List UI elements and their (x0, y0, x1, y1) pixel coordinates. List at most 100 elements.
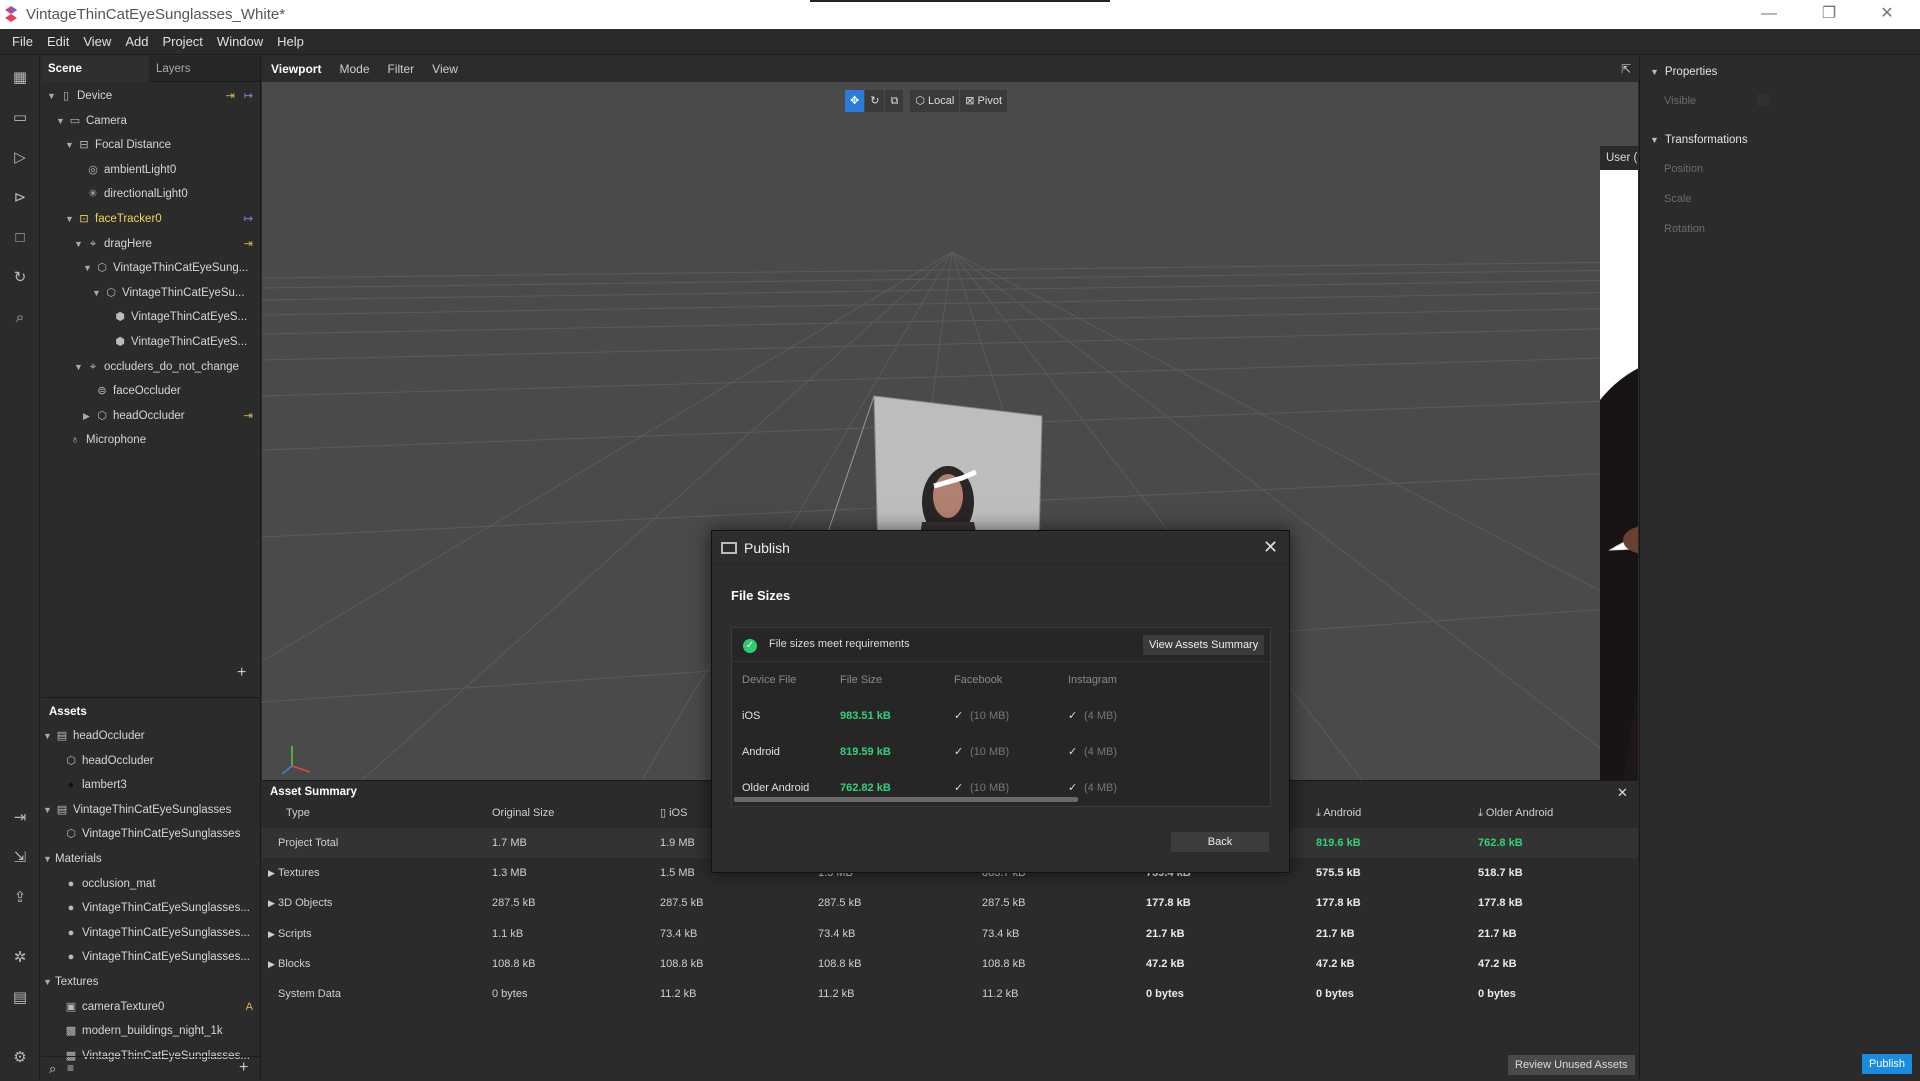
tab-mode[interactable]: Mode (330, 56, 378, 82)
menu-project[interactable]: Project (155, 29, 209, 55)
expand-arrow-icon[interactable]: ▼ (74, 355, 84, 379)
add-object-icon[interactable]: + (237, 665, 251, 681)
expand-arrow-icon[interactable]: ▼ (43, 970, 53, 994)
tree-item[interactable]: ⬢ VintageThinCatEyeS... (41, 305, 261, 329)
tree-item[interactable]: ▼ ⌖ dragHere ⇥ (41, 232, 261, 256)
tree-item[interactable]: ▼ ⌖ occluders_do_not_change (41, 355, 261, 379)
step-play-icon[interactable]: ⊳ (10, 188, 30, 208)
expand-arrow-icon[interactable]: ▼ (47, 84, 57, 108)
tree-item[interactable]: ♁ Microphone (41, 428, 261, 452)
tree-item[interactable]: ● VintageThinCatEyeSunglasses... (41, 921, 261, 945)
tree-item[interactable]: ◎ ambientLight0 (41, 158, 261, 182)
menu-file[interactable]: File (0, 29, 40, 55)
visible-checkbox[interactable] (1757, 94, 1769, 106)
refresh-icon[interactable]: ↻ (10, 268, 30, 288)
menu-edit[interactable]: Edit (40, 29, 76, 55)
tree-item[interactable]: ▼ ▤ headOccluder (41, 724, 261, 748)
tab-scene[interactable]: Scene (41, 56, 149, 82)
patch-in-icon[interactable]: ⇥ (226, 84, 235, 108)
tree-item[interactable]: ⬡ VintageThinCatEyeSunglasses (41, 822, 261, 846)
expand-arrow-icon[interactable]: ▶ (268, 858, 275, 888)
table-row[interactable]: ▶ 3D Objects 287.5 kB 287.5 kB 287.5 kB 287.5… (262, 888, 1638, 918)
publish-button[interactable]: Publish (1862, 1054, 1912, 1074)
restore-button[interactable]: ❐ (1806, 3, 1852, 25)
tree-item[interactable]: ⬡ headOccluder (41, 749, 261, 773)
tree-item[interactable]: ▼ ⬡ VintageThinCatEyeSu... (41, 281, 261, 305)
video-icon[interactable]: ▭ (10, 108, 30, 128)
view-assets-summary-button[interactable]: View Assets Summary (1143, 635, 1265, 655)
tab-layers[interactable]: Layers (149, 56, 257, 82)
rotate-tool-icon[interactable]: ↻ (865, 90, 885, 112)
play-icon[interactable]: ▷ (10, 148, 30, 168)
tree-item[interactable]: ● VintageThinCatEyeSunglasses... (41, 896, 261, 920)
close-dialog-icon[interactable]: ✕ (1263, 537, 1278, 558)
send-to-device-icon[interactable]: ⇲ (10, 848, 30, 868)
tree-item[interactable]: ⊜ faceOccluder (41, 379, 261, 403)
tree-item[interactable]: ▼ Materials (41, 847, 261, 871)
tree-item[interactable]: ▼ ▭ Camera (41, 109, 261, 133)
settings-gear-icon[interactable]: ⚙ (10, 1048, 30, 1068)
move-tool-icon[interactable]: ✥ (845, 90, 865, 112)
expand-arrow-icon[interactable]: ▼ (65, 207, 75, 231)
bug-icon[interactable]: ✲ (10, 948, 30, 968)
tree-item[interactable]: ● lambert3 (41, 773, 261, 797)
patch-in-icon[interactable]: ⇥ (244, 404, 253, 428)
upload-icon[interactable]: ⇪ (10, 888, 30, 908)
expand-arrow-icon[interactable]: ▶ (268, 949, 275, 979)
tree-item[interactable]: ✳ directionalLight0 (41, 182, 261, 206)
import-icon[interactable]: ⇥ (10, 808, 30, 828)
expand-arrow-icon[interactable]: ▼ (56, 109, 66, 133)
expand-arrow-icon[interactable]: ▼ (74, 232, 84, 256)
search-assets-icon[interactable]: ⌕ (49, 1061, 56, 1077)
menu-window[interactable]: Window (210, 29, 270, 55)
pivot-button[interactable]: ⊠ Pivot (960, 90, 1008, 112)
expand-arrow-icon[interactable]: ▼ (83, 256, 93, 280)
tab-view[interactable]: View (423, 56, 467, 82)
stop-icon[interactable]: □ (10, 228, 30, 248)
tab-filter[interactable]: Filter (379, 56, 424, 82)
menu-view[interactable]: View (76, 29, 118, 55)
expand-arrow-icon[interactable]: ▶ (268, 919, 275, 949)
properties-section[interactable]: ▼ Properties (1640, 60, 1920, 84)
menu-add[interactable]: Add (118, 29, 155, 55)
tree-item[interactable]: ▼ Textures (41, 970, 261, 994)
tree-item[interactable]: ▣ cameraTexture0 A (41, 995, 261, 1019)
collapse-arrow-icon[interactable]: ▶ (83, 404, 93, 428)
tree-item[interactable]: ⬢ VintageThinCatEyeS... (41, 330, 261, 354)
expand-arrow-icon[interactable]: ▼ (92, 281, 102, 305)
tree-item[interactable]: ▼ ▤ VintageThinCatEyeSunglasses (41, 798, 261, 822)
tree-item[interactable]: ● occlusion_mat (41, 872, 261, 896)
tab-viewport[interactable]: Viewport (262, 56, 330, 82)
menu-help[interactable]: Help (270, 29, 311, 55)
back-button[interactable]: Back (1171, 832, 1269, 852)
minimize-button[interactable]: — (1746, 3, 1792, 25)
horizontal-scrollbar[interactable] (734, 797, 1078, 802)
popout-icon[interactable]: ⇱ (1612, 56, 1638, 82)
scale-tool-icon[interactable]: ⧉ (885, 90, 904, 112)
tree-item[interactable]: ▼ ⊟ Focal Distance (41, 133, 261, 157)
search-icon[interactable]: ⌕ (10, 308, 30, 328)
tree-item[interactable]: ▶ ⬡ headOccluder ⇥ (41, 404, 261, 428)
expand-arrow-icon[interactable]: ▼ (43, 847, 53, 871)
tree-item[interactable]: ▼ ⬡ VintageThinCatEyeSung... (41, 256, 261, 280)
tree-item[interactable]: ▼ ⊡ faceTracker0 ↦ (41, 207, 261, 231)
tree-item[interactable]: ● VintageThinCatEyeSunglasses... (41, 945, 261, 969)
filter-icon[interactable]: ≡ (67, 1061, 74, 1075)
review-unused-assets-button[interactable]: Review Unused Assets (1508, 1055, 1635, 1075)
table-row[interactable]: ▶ Blocks 108.8 kB 108.8 kB 108.8 kB 108.8 kB 4… (262, 949, 1638, 979)
device-select[interactable]: User (Sharing) (1606, 152, 1638, 164)
transformations-section[interactable]: ▼ Transformations (1640, 128, 1920, 152)
add-asset-icon[interactable]: + (239, 1059, 248, 1077)
patch-link-icon[interactable]: ↦ (244, 84, 253, 108)
tree-item[interactable]: ▩ modern_buildings_night_1k (41, 1019, 261, 1043)
expand-arrow-icon[interactable]: ▼ (43, 724, 53, 748)
expand-arrow-icon[interactable]: ▼ (65, 133, 75, 157)
layout-icon[interactable]: ▦ (10, 68, 30, 88)
expand-arrow-icon[interactable]: ▼ (43, 798, 53, 822)
console-icon[interactable]: ▤ (10, 988, 30, 1008)
patch-link-icon[interactable]: ↦ (244, 207, 253, 231)
tree-item[interactable]: ▼ ▯ Device ↦ ⇥ (41, 84, 261, 108)
close-window-button[interactable]: ✕ (1864, 3, 1910, 25)
local-space-button[interactable]: ⬡ Local (910, 90, 960, 112)
table-row[interactable]: ▶ Scripts 1.1 kB 73.4 kB 73.4 kB 73.4 kB 21.7 … (262, 919, 1638, 949)
